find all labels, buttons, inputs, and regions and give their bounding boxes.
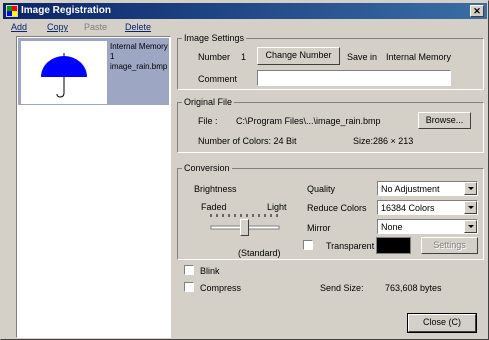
brightness-slider[interactable] xyxy=(209,213,281,237)
image-thumbnail xyxy=(21,41,107,104)
slider-thumb[interactable] xyxy=(240,219,249,236)
list-item[interactable]: Internal Memory 1 image_rain.bmp xyxy=(18,38,169,105)
reduce-colors-value: 16384 Colors xyxy=(381,203,435,213)
comment-label: Comment xyxy=(198,74,238,84)
blink-checkbox[interactable] xyxy=(184,265,194,275)
title-bar[interactable]: Image Registration ✕ xyxy=(3,3,487,19)
quality-value: No Adjustment xyxy=(381,184,440,194)
list-item-location: Internal Memory xyxy=(110,42,168,51)
image-registration-window: Image Registration ✕ Add Copy Paste Dele… xyxy=(0,0,489,340)
compress-checkbox[interactable] xyxy=(184,282,194,292)
menu-add[interactable]: Add xyxy=(11,22,27,32)
size-value: 286 × 213 xyxy=(373,136,414,146)
chevron-down-icon[interactable] xyxy=(464,201,477,214)
settings-button: Settings xyxy=(421,237,478,254)
faded-label: Faded xyxy=(201,202,227,212)
comment-field[interactable] xyxy=(257,70,451,86)
window-title: Image Registration xyxy=(21,5,112,16)
transparent-checkbox[interactable] xyxy=(303,240,313,250)
standard-label: (Standard) xyxy=(238,248,281,258)
reduce-colors-label: Reduce Colors xyxy=(307,203,367,213)
brightness-label: Brightness xyxy=(194,184,237,194)
image-settings-legend: Image Settings xyxy=(184,33,245,43)
light-label: Light xyxy=(267,202,287,212)
quality-select[interactable]: No Adjustment xyxy=(377,181,478,196)
menu-copy[interactable]: Copy xyxy=(47,22,68,32)
transparent-label: Transparent xyxy=(326,241,375,251)
size-label: Size: xyxy=(353,136,374,146)
close-window-button[interactable]: ✕ xyxy=(470,5,484,17)
list-item-filename: image_rain.bmp xyxy=(110,62,168,71)
close-button[interactable]: Close (C) xyxy=(407,313,477,333)
conversion-legend: Conversion xyxy=(184,163,230,173)
browse-button[interactable]: Browse... xyxy=(418,112,471,129)
send-size-label: Send Size: xyxy=(320,283,364,293)
number-of-colors: Number of Colors: 24 Bit xyxy=(198,136,297,146)
mirror-value: None xyxy=(381,222,403,232)
list-item-number: 1 xyxy=(110,52,115,61)
number-label: Number xyxy=(198,52,231,62)
list-item-text: Internal Memory 1 image_rain.bmp xyxy=(110,42,168,72)
chevron-down-icon[interactable] xyxy=(464,182,477,195)
original-file-legend: Original File xyxy=(184,97,233,107)
quality-label: Quality xyxy=(307,184,336,194)
transparent-color-swatch[interactable] xyxy=(376,237,411,254)
save-in-label: Save in xyxy=(347,52,378,62)
blink-label: Blink xyxy=(200,266,220,276)
mirror-select[interactable]: None xyxy=(377,219,478,234)
reduce-colors-select[interactable]: 16384 Colors xyxy=(377,200,478,215)
file-label: File : xyxy=(198,116,218,126)
file-path: C:\Program Files\...\image_rain.bmp xyxy=(236,116,381,126)
menu-paste: Paste xyxy=(84,22,108,32)
compress-label: Compress xyxy=(200,283,242,293)
send-size-value: 763,608 bytes xyxy=(385,283,442,293)
mirror-label: Mirror xyxy=(307,223,331,233)
menu-delete[interactable]: Delete xyxy=(125,22,151,32)
save-in-value: Internal Memory xyxy=(386,52,452,62)
umbrella-icon xyxy=(41,53,87,98)
image-list[interactable]: Internal Memory 1 image_rain.bmp xyxy=(16,36,171,338)
change-number-button[interactable]: Change Number xyxy=(257,47,340,65)
chevron-down-icon[interactable] xyxy=(464,220,477,233)
app-icon xyxy=(6,5,18,17)
number-value: 1 xyxy=(241,52,247,62)
